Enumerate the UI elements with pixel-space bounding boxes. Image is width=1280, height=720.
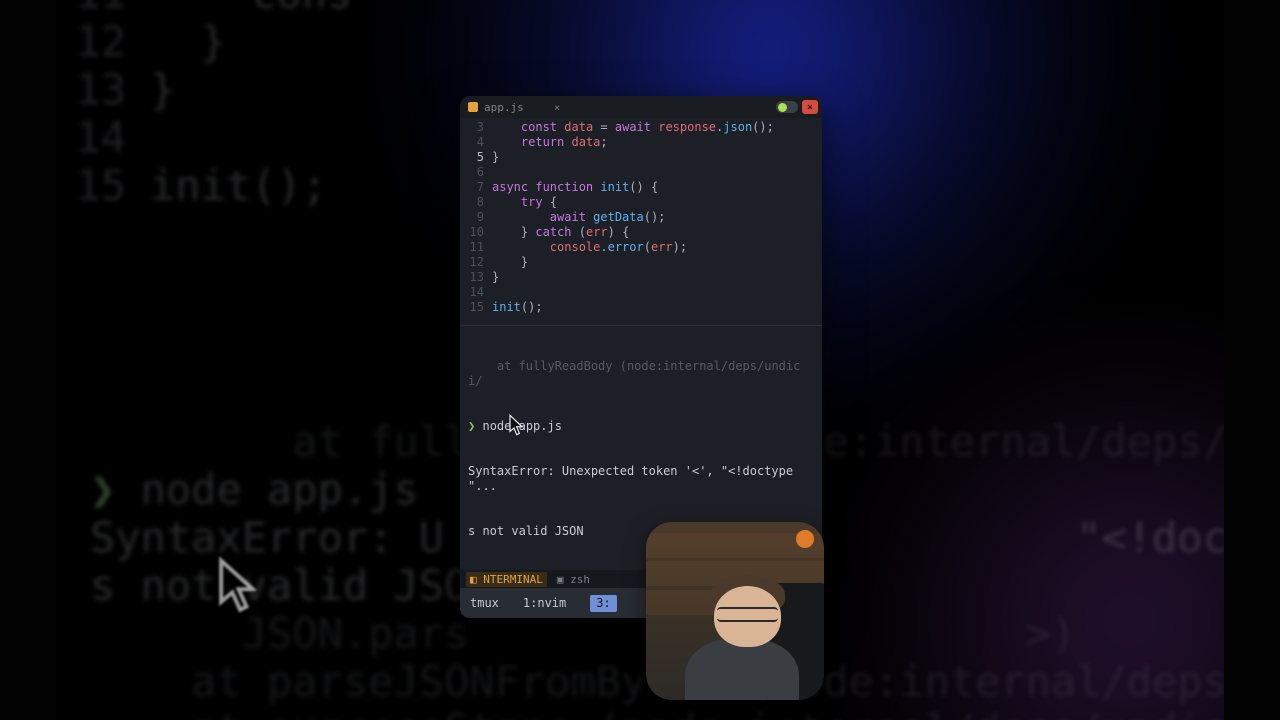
bg-editor-echo: 11 cons12 }13}1415init();: [60, 0, 352, 210]
error-line: SyntaxError: Unexpected token '<', "<!do…: [468, 464, 814, 494]
line-number: 4: [464, 135, 492, 150]
code-line[interactable]: 14: [464, 285, 814, 300]
editor-tabbar: app.js × ×: [460, 96, 822, 118]
code-line[interactable]: 3 const data = await response.json();: [464, 120, 814, 135]
code-line[interactable]: 11 console.error(err);: [464, 240, 814, 255]
line-number: 13: [464, 270, 492, 285]
mode-indicator: ◧ NTERMINAL: [466, 572, 547, 587]
line-number: 12: [464, 255, 492, 270]
line-number: 6: [464, 165, 492, 180]
line-number: 9: [464, 210, 492, 225]
code-line[interactable]: 5}: [464, 150, 814, 165]
line-number: 7: [464, 180, 492, 195]
code-line[interactable]: 10 } catch (err) {: [464, 225, 814, 240]
code-line[interactable]: 7async function init() {: [464, 180, 814, 195]
tmux-window-active[interactable]: 3:: [590, 595, 616, 612]
shell-indicator: ▣ zsh: [553, 572, 594, 587]
mouse-cursor-icon: [508, 414, 524, 438]
file-js-icon: [468, 102, 478, 112]
code-line[interactable]: 8 try {: [464, 195, 814, 210]
line-number: 5: [464, 150, 492, 165]
tab-close-icon[interactable]: ×: [554, 102, 561, 113]
prompt-icon: ❯: [468, 419, 475, 433]
line-number: 3: [464, 120, 492, 135]
presenter-webcam: [646, 522, 824, 700]
tmux-window-1[interactable]: 1:nvim: [523, 596, 566, 611]
tmux-session-name[interactable]: tmux: [470, 596, 499, 611]
webcam-badge-icon: [796, 530, 814, 548]
code-line[interactable]: 4 return data;: [464, 135, 814, 150]
code-editor[interactable]: 3 const data = await response.json();4 r…: [460, 118, 822, 321]
line-number: 15: [464, 300, 492, 315]
window-toggle[interactable]: [776, 101, 798, 113]
bg-mouse-cursor-icon: [218, 556, 256, 616]
letterbox-right: [1224, 0, 1280, 720]
stack-frame: at fullyReadBody (node:internal/deps/und…: [468, 359, 814, 389]
line-number: 14: [464, 285, 492, 300]
tab-filename[interactable]: app.js: [484, 100, 524, 115]
line-number: 10: [464, 225, 492, 240]
code-line[interactable]: 12 }: [464, 255, 814, 270]
code-line[interactable]: 15init();: [464, 300, 814, 315]
window-close-button[interactable]: ×: [802, 100, 818, 114]
code-line[interactable]: 9 await getData();: [464, 210, 814, 225]
line-number: 8: [464, 195, 492, 210]
letterbox-left: [0, 0, 56, 720]
line-number: 11: [464, 240, 492, 255]
code-line[interactable]: 6: [464, 165, 814, 180]
code-line[interactable]: 13}: [464, 270, 814, 285]
